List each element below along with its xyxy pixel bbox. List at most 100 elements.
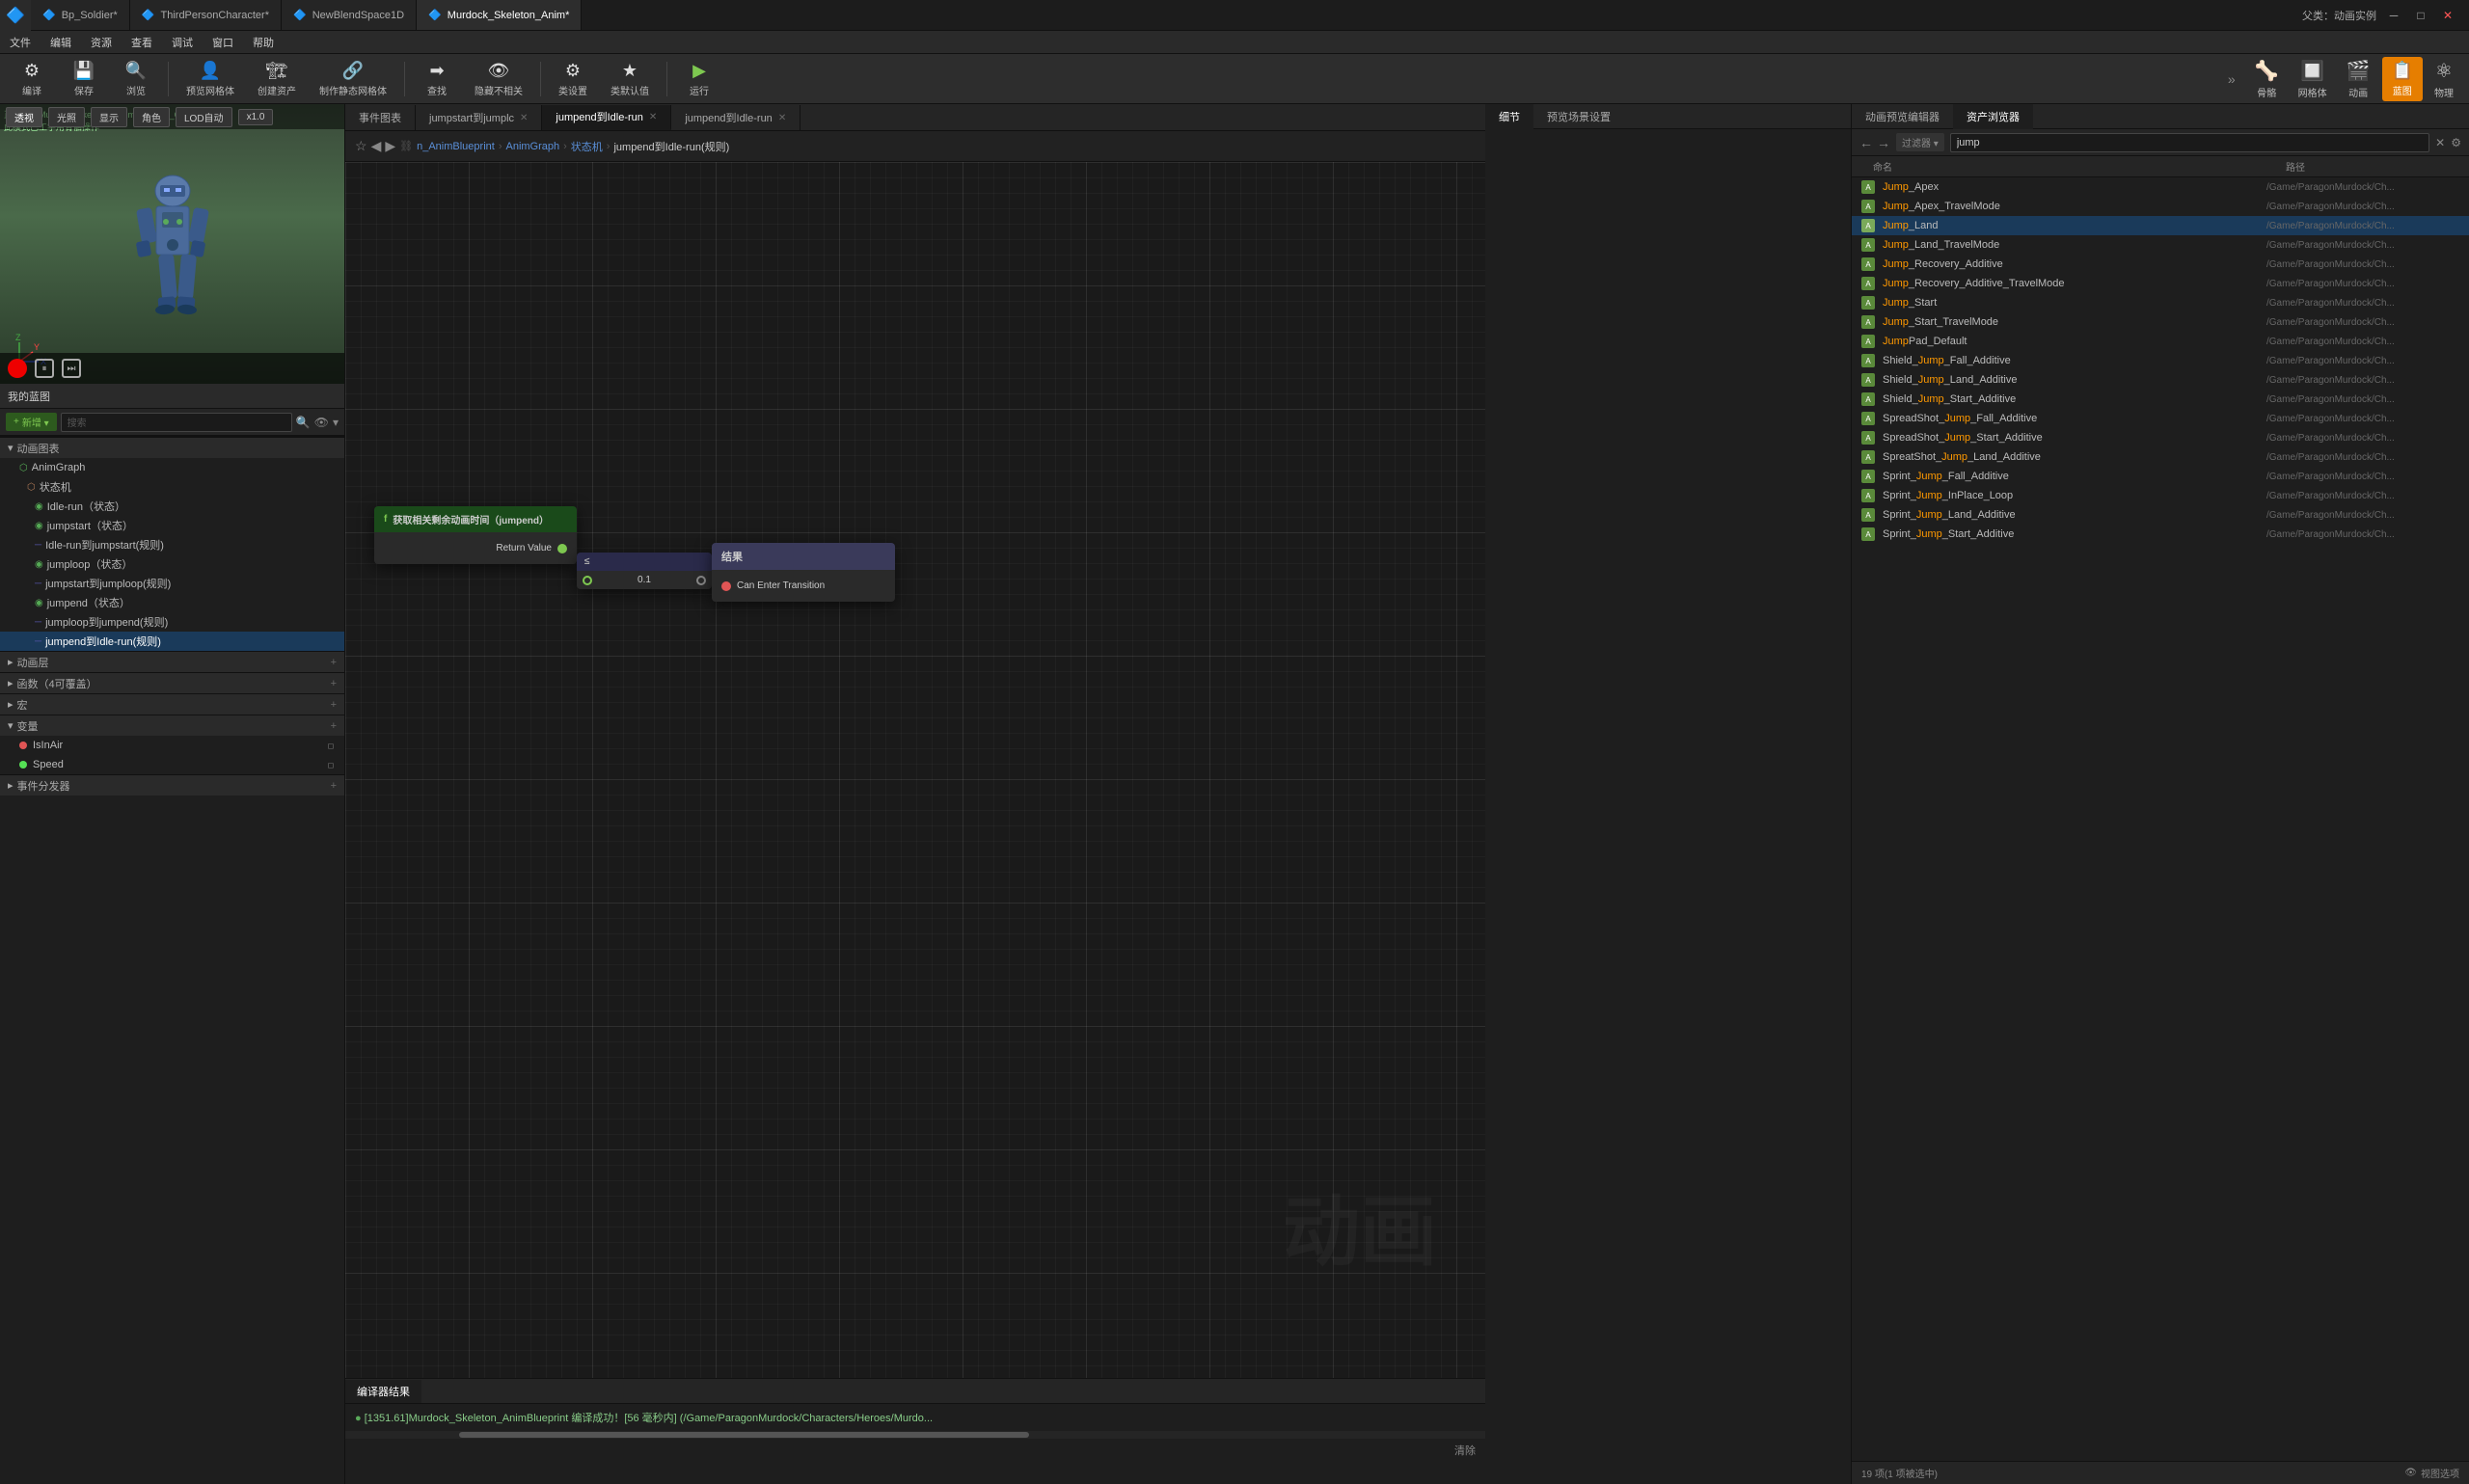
compile-button[interactable]: ⚙ 编译 bbox=[8, 57, 56, 101]
asset-item-5[interactable]: A Jump_Recovery_Additive_TravelMode /Gam… bbox=[1852, 274, 2469, 293]
add-function-button[interactable]: + bbox=[331, 678, 337, 689]
tree-jumpstart[interactable]: ◉ jumpstart（状态） bbox=[0, 516, 344, 535]
result-node[interactable]: 结果 Can Enter Transition bbox=[712, 543, 895, 602]
asset-item-16[interactable]: A Sprint_Jump_InPlace_Loop /Game/Paragon… bbox=[1852, 486, 2469, 505]
browse-button[interactable]: 🔍 浏览 bbox=[112, 57, 160, 101]
var-speed[interactable]: Speed ◻ bbox=[0, 755, 344, 774]
animation-button[interactable]: 🎬 动画 bbox=[2339, 57, 2378, 101]
asset-item-10[interactable]: A Shield_Jump_Land_Additive /Game/Parago… bbox=[1852, 370, 2469, 390]
skeleton-button[interactable]: 🦴 骨骼 bbox=[2247, 57, 2287, 101]
character-button[interactable]: 角色 bbox=[133, 107, 170, 127]
class-defaults-button[interactable]: ★ 类默认值 bbox=[601, 57, 659, 101]
eye-icon[interactable]: 👁 bbox=[314, 416, 329, 429]
asset-item-8[interactable]: A JumpPad_Default /Game/ParagonMurdock/C… bbox=[1852, 332, 2469, 351]
class-settings-button[interactable]: ⚙ 类设置 bbox=[549, 57, 597, 101]
tree-idle-to-jump[interactable]: ─ Idle-run到jumpstart(规则) bbox=[0, 535, 344, 554]
filter-button[interactable]: 过滤器 ▾ bbox=[1896, 133, 1944, 151]
title-tab-1[interactable]: 🔷 ThirdPersonCharacter* bbox=[130, 0, 282, 30]
nav-back-button[interactable]: ← bbox=[1859, 135, 1873, 150]
asset-item-11[interactable]: A Shield_Jump_Start_Additive /Game/Parag… bbox=[1852, 390, 2469, 409]
search-clear-button[interactable]: ✕ bbox=[2435, 136, 2445, 149]
asset-item-4[interactable]: A Jump_Recovery_Additive /Game/ParagonMu… bbox=[1852, 255, 2469, 274]
menu-debug[interactable]: 调试 bbox=[162, 31, 203, 53]
tree-state-machine[interactable]: ⬡ 状态机 bbox=[0, 477, 344, 497]
record-button[interactable] bbox=[8, 359, 27, 378]
search-settings-icon[interactable]: ⚙ bbox=[2451, 136, 2461, 149]
search-box[interactable]: 搜索 bbox=[61, 413, 292, 432]
clear-button[interactable]: 清除 bbox=[1454, 1443, 1476, 1458]
tree-anim-graph[interactable]: ⬡ AnimGraph bbox=[0, 458, 344, 477]
pause-button[interactable]: ⏸ bbox=[35, 359, 54, 378]
title-tab-0[interactable]: 🔷 Bp_Soldier* bbox=[31, 0, 130, 30]
title-tab-3[interactable]: 🔷 Murdock_Skeleton_Anim* bbox=[417, 0, 582, 30]
make-static-button[interactable]: 🔗 制作静态网格体 bbox=[310, 57, 396, 101]
event-dispatchers-section[interactable]: ▸ 事件分发器 + bbox=[0, 774, 344, 796]
menu-resource[interactable]: 资源 bbox=[81, 31, 122, 53]
variables-section[interactable]: ▾ 变量 + bbox=[0, 715, 344, 736]
title-tab-2[interactable]: 🔷 NewBlendSpace1D bbox=[282, 0, 417, 30]
close-button[interactable]: ✕ bbox=[2438, 9, 2457, 22]
menu-edit[interactable]: 编辑 bbox=[41, 31, 81, 53]
jumpend-idle-tab[interactable]: jumpend到Idle-run ✕ bbox=[542, 105, 671, 130]
output-scrollbar[interactable] bbox=[345, 1431, 1485, 1439]
jumpend-close-icon[interactable]: ✕ bbox=[649, 112, 657, 122]
asset-item-12[interactable]: A SpreadShot_Jump_Fall_Additive /Game/Pa… bbox=[1852, 409, 2469, 428]
asset-item-15[interactable]: A Sprint_Jump_Fall_Additive /Game/Parago… bbox=[1852, 467, 2469, 486]
asset-browser-tab[interactable]: 资产浏览器 bbox=[1953, 104, 2033, 129]
restore-button[interactable]: □ bbox=[2411, 9, 2430, 22]
minimize-button[interactable]: ─ bbox=[2384, 9, 2403, 22]
add-macro-button[interactable]: + bbox=[331, 699, 337, 711]
perspective-button[interactable]: 透视 bbox=[6, 107, 42, 127]
hide-unrelated-button[interactable]: 👁 隐藏不相关 bbox=[465, 57, 532, 101]
asset-item-14[interactable]: A SpreatShot_Jump_Land_Additive /Game/Pa… bbox=[1852, 447, 2469, 467]
preview-scene-tab[interactable]: 预览场景设置 bbox=[1533, 104, 1624, 129]
find-button[interactable]: ➡ 查找 bbox=[413, 57, 461, 101]
menu-view[interactable]: 查看 bbox=[122, 31, 162, 53]
asset-item-17[interactable]: A Sprint_Jump_Land_Additive /Game/Parago… bbox=[1852, 505, 2469, 525]
blueprint-button[interactable]: 📋 蓝图 bbox=[2382, 57, 2423, 101]
create-asset-button[interactable]: 🏗 创建资产 bbox=[248, 57, 306, 101]
tree-jumpend[interactable]: ◉ jumpend（状态） bbox=[0, 593, 344, 612]
view-options-button[interactable]: 👁 视图选项 bbox=[2404, 1466, 2459, 1480]
menu-help[interactable]: 帮助 bbox=[243, 31, 284, 53]
run-button[interactable]: ▶ 运行 bbox=[675, 57, 723, 101]
jumpstart-tab[interactable]: jumpstart到jumplc ✕ bbox=[416, 105, 542, 130]
lod-button[interactable]: LOD自动 bbox=[176, 107, 232, 127]
physics-button[interactable]: ⚛ 物理 bbox=[2427, 57, 2461, 101]
compiler-results-tab[interactable]: 编译器结果 bbox=[345, 1380, 421, 1403]
breadcrumb-anim[interactable]: n_AnimBlueprint bbox=[417, 141, 495, 152]
tree-loop-to-end[interactable]: ─ jumploop到jumpend(规则) bbox=[0, 612, 344, 632]
details-tab[interactable]: 细节 bbox=[1485, 104, 1533, 129]
favorite-icon[interactable]: ☆ bbox=[355, 138, 367, 154]
tree-end-to-idle[interactable]: ─ jumpend到Idle-run(规则) bbox=[0, 632, 344, 651]
jumpend-close-icon2[interactable]: ✕ bbox=[778, 113, 786, 123]
menu-file[interactable]: 文件 bbox=[0, 31, 41, 53]
asset-item-3[interactable]: A Jump_Land_TravelMode /Game/ParagonMurd… bbox=[1852, 235, 2469, 255]
jumpend-idle-tab2[interactable]: jumpend到Idle-run ✕ bbox=[671, 105, 800, 130]
tree-jump-to-loop[interactable]: ─ jumpstart到jumploop(规则) bbox=[0, 574, 344, 593]
asset-item-18[interactable]: A Sprint_Jump_Start_Additive /Game/Parag… bbox=[1852, 525, 2469, 544]
asset-item-2[interactable]: A Jump_Land /Game/ParagonMurdock/Ch... bbox=[1852, 216, 2469, 235]
scale-button[interactable]: x1.0 bbox=[238, 109, 274, 125]
add-anim-layer-button[interactable]: + bbox=[331, 657, 337, 668]
anim-layers-section[interactable]: ▸ 动画层 + bbox=[0, 651, 344, 672]
tree-jumploop[interactable]: ◉ jumploop（状态） bbox=[0, 554, 344, 574]
func-node[interactable]: f 获取相关剩余动画时间（jumpend） Return Value bbox=[374, 506, 577, 564]
asset-item-6[interactable]: A Jump_Start /Game/ParagonMurdock/Ch... bbox=[1852, 293, 2469, 312]
more-icon[interactable]: ▾ bbox=[333, 416, 339, 429]
menu-window[interactable]: 窗口 bbox=[203, 31, 243, 53]
jumpstart-close-icon[interactable]: ✕ bbox=[520, 113, 528, 123]
asset-item-7[interactable]: A Jump_Start_TravelMode /Game/ParagonMur… bbox=[1852, 312, 2469, 332]
tree-idle-run[interactable]: ◉ Idle-run（状态） bbox=[0, 497, 344, 516]
event-graph-tab[interactable]: 事件图表 bbox=[345, 105, 416, 130]
add-new-button[interactable]: + 新增 ▾ bbox=[6, 413, 57, 431]
macros-section[interactable]: ▸ 宏 + bbox=[0, 693, 344, 715]
anim-graph-section[interactable]: ▾ 动画图表 bbox=[0, 437, 344, 458]
asset-item-9[interactable]: A Shield_Jump_Fall_Additive /Game/Parago… bbox=[1852, 351, 2469, 370]
nav-forward-button[interactable]: → bbox=[1877, 135, 1890, 150]
var-is-in-air[interactable]: IsInAir ◻ bbox=[0, 736, 344, 755]
toolbar-expand[interactable]: » bbox=[2224, 57, 2239, 101]
asset-item-13[interactable]: A SpreadShot_Jump_Start_Additive /Game/P… bbox=[1852, 428, 2469, 447]
nav-back-icon[interactable]: ◀ bbox=[371, 138, 382, 154]
breadcrumb-animgraph[interactable]: AnimGraph bbox=[505, 141, 559, 152]
